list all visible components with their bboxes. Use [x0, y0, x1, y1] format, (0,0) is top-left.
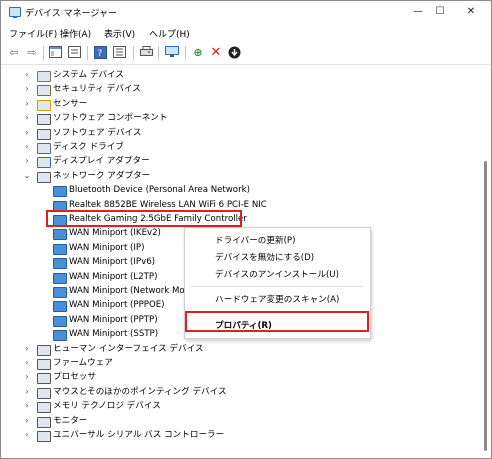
selected-device-highlight [46, 210, 242, 227]
menu-bar: ファイル(F) 操作(A) 表示(V) ヘルプ(H) [1, 24, 491, 41]
network-adapter-icon [53, 243, 67, 255]
ctx-uninstall-device[interactable]: デバイスのアンインストール(U) [215, 268, 339, 280]
window-title: デバイス マネージャー [25, 9, 117, 19]
device-category-icon [37, 85, 51, 97]
network-adapter-icon [53, 258, 67, 270]
device-category-icon [37, 373, 51, 385]
show-hide-icon[interactable] [48, 46, 62, 60]
device-category-icon [37, 344, 51, 356]
monitor-icon[interactable] [165, 46, 179, 60]
network-adapter-icon [53, 315, 67, 327]
ctx-disable-device[interactable]: デバイスを無効にする(D) [215, 251, 314, 263]
menu-file[interactable]: ファイル(F) [9, 27, 57, 40]
properties-view-icon[interactable] [112, 46, 126, 60]
device-category[interactable]: › ユニバーサル シリアル バス コントローラー [1, 427, 479, 443]
forward-icon[interactable]: ⇨ [25, 46, 39, 60]
menu-action[interactable]: 操作(A) [60, 27, 91, 40]
network-adapter-icon [53, 229, 67, 241]
network-adapter-icon [53, 330, 67, 342]
device-category-label: ユニバーサル シリアル バス コントローラー [53, 430, 225, 440]
device-category-icon [37, 157, 51, 169]
device-manager-icon [9, 7, 21, 18]
device-category-icon [37, 143, 51, 154]
properties-icon[interactable] [67, 46, 81, 60]
device-category-icon [37, 99, 51, 111]
enable-device-icon[interactable]: ⊕ [191, 46, 205, 60]
network-adapter-icon [53, 287, 67, 298]
device-category-icon [37, 402, 51, 414]
device-category-icon [37, 128, 51, 140]
network-adapter-icon [53, 186, 67, 198]
update-icon[interactable] [227, 46, 241, 60]
device-manager-window: デバイス マネージャー — ☐ ✕ ファイル(F) 操作(A) 表示(V) ヘル… [0, 0, 492, 459]
ctx-update-driver[interactable]: ドライバーの更新(P) [215, 234, 295, 246]
properties-highlight [185, 311, 369, 332]
network-adapter-icon [53, 272, 67, 284]
help-icon[interactable]: ? [93, 46, 107, 60]
scrollbar-thumb[interactable] [484, 161, 487, 451]
menu-help[interactable]: ヘルプ(H) [149, 27, 190, 40]
device-category-icon [37, 114, 51, 126]
title-bar: デバイス マネージャー — ☐ ✕ [1, 1, 491, 23]
chevron-right-icon[interactable]: › [23, 427, 31, 443]
close-button[interactable]: ✕ [456, 1, 486, 23]
print-icon[interactable] [139, 46, 153, 60]
ctx-separator [191, 286, 363, 287]
maximize-button[interactable]: ☐ [425, 1, 455, 23]
back-icon[interactable]: ⇦ [7, 46, 21, 60]
toolbar: ⇦ ⇨ ? ⊕ ✕ [1, 42, 491, 65]
device-category-icon [37, 171, 51, 183]
network-adapter-icon [53, 301, 67, 313]
device-category-icon [37, 359, 51, 370]
device-category-icon [37, 71, 51, 82]
menu-view[interactable]: 表示(V) [104, 27, 135, 40]
svg-text:?: ? [97, 49, 102, 59]
ctx-scan-hardware[interactable]: ハードウェア変更のスキャン(A) [215, 293, 339, 305]
uninstall-icon[interactable]: ✕ [209, 46, 223, 60]
device-category-icon [37, 431, 51, 442]
device-category-icon [37, 416, 51, 428]
device-category-icon [37, 387, 51, 399]
